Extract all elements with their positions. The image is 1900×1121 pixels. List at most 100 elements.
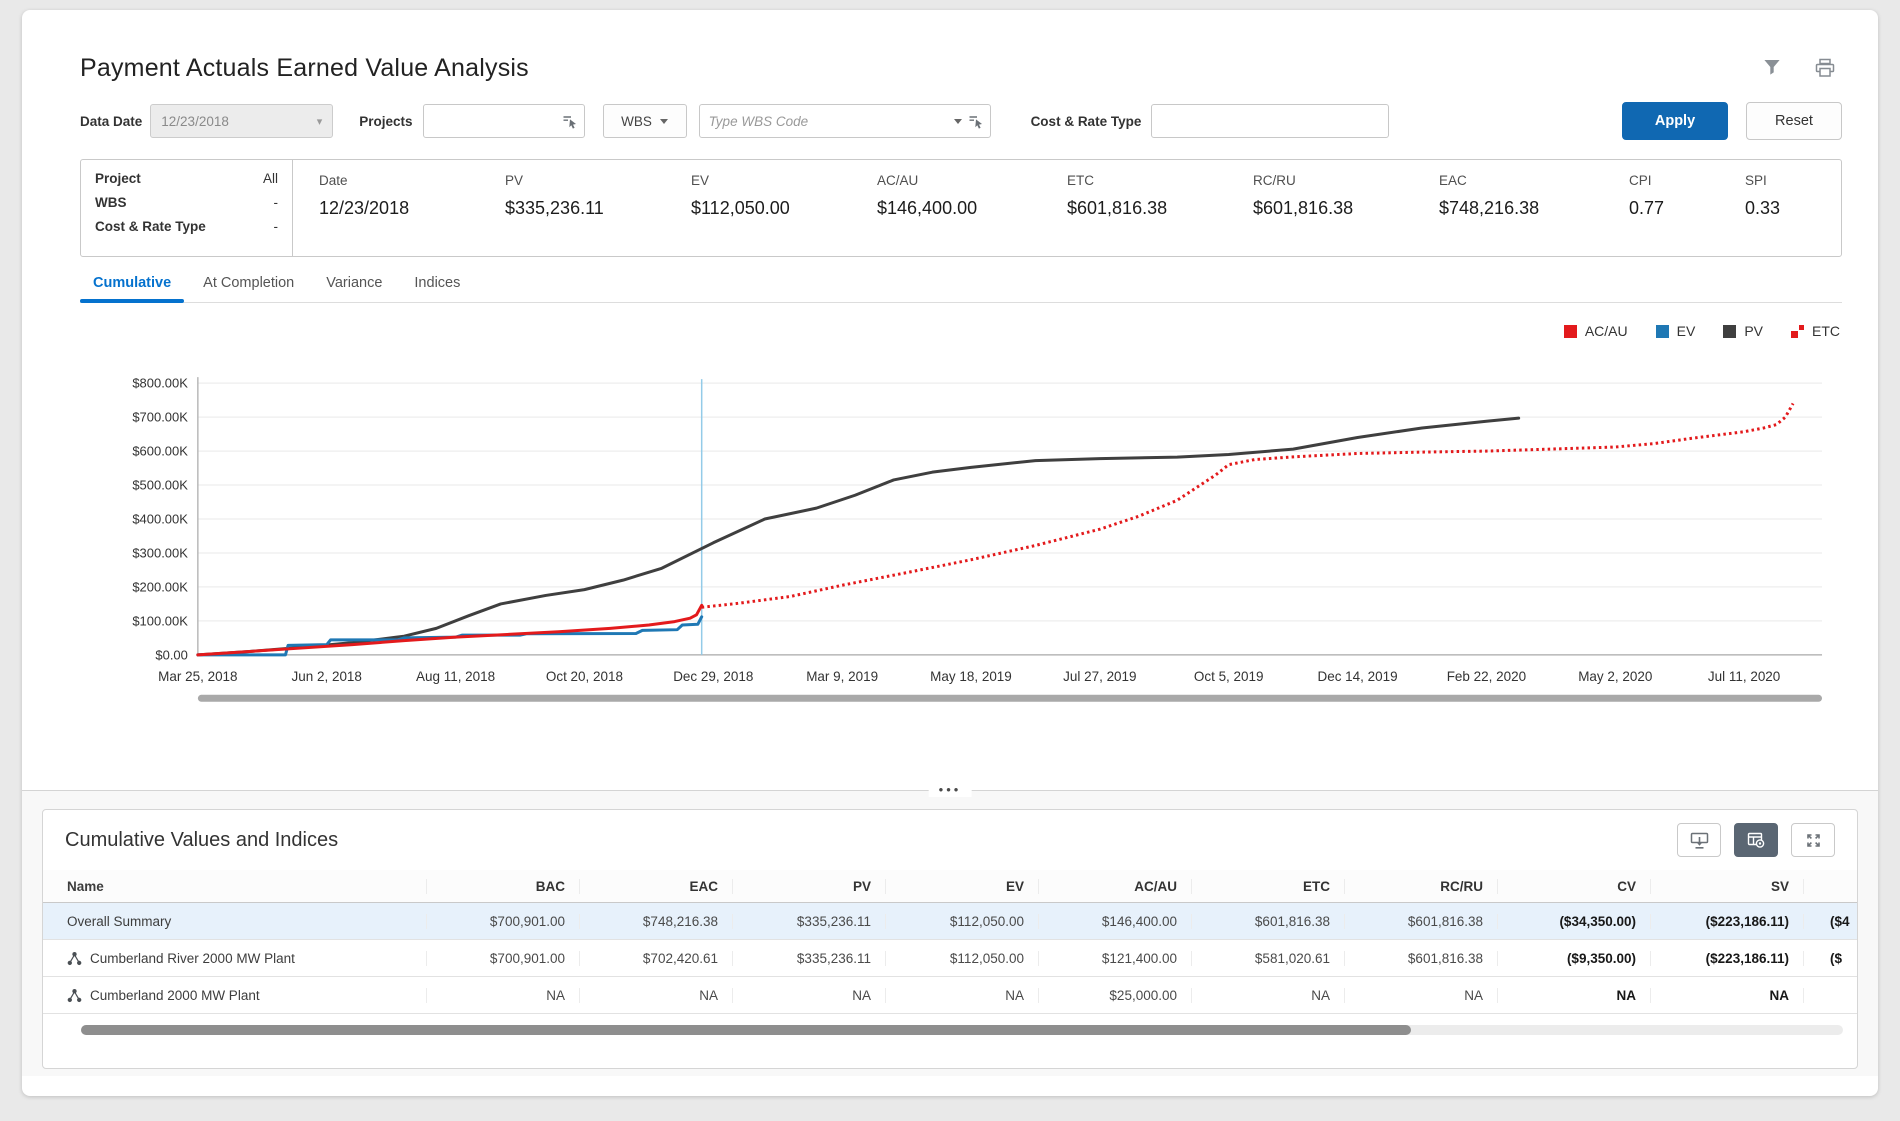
data-date-select[interactable]: 12/23/2018 ▾ (150, 104, 333, 138)
summary-cost-rate-value: - (274, 219, 279, 234)
column-header-bac[interactable]: BAC (427, 879, 580, 894)
chevron-down-icon (660, 119, 668, 124)
legend-marker-icon (1791, 325, 1804, 338)
tab-bar: Cumulative At Completion Variance Indice… (80, 275, 1842, 303)
summary-metric: EV$112,050.00 (691, 173, 877, 256)
table-cell: ($9,350.00) (1498, 951, 1651, 966)
metric-label: PV (505, 173, 691, 188)
series-acau (198, 605, 702, 655)
wbs-dropdown-button[interactable]: WBS (603, 104, 687, 138)
y-axis-tick-label: $0.00 (155, 647, 187, 662)
print-button[interactable] (1814, 58, 1836, 78)
x-axis-tick-label: Oct 5, 2019 (1194, 669, 1264, 684)
table-cell: $121,400.00 (1039, 951, 1192, 966)
x-axis-tick-label: Jul 11, 2020 (1708, 669, 1780, 684)
y-axis-tick-label: $200.00K (132, 579, 188, 594)
summary-metric: EAC$748,216.38 (1439, 173, 1629, 256)
x-axis-tick-label: Aug 11, 2018 (416, 669, 495, 684)
column-header-pv[interactable]: PV (733, 879, 886, 894)
table-cell: NA (580, 988, 733, 1003)
table-cell: NA (733, 988, 886, 1003)
table-cell: $601,816.38 (1345, 951, 1498, 966)
table-cell: $700,901.00 (427, 951, 580, 966)
bottom-section: Cumulative Values and Indices (22, 791, 1878, 1076)
horizontal-scrollbar-thumb[interactable] (81, 1025, 1411, 1035)
column-header-eac[interactable]: EAC (580, 879, 733, 894)
summary-metric: ETC$601,816.38 (1067, 173, 1253, 256)
legend-item-etc[interactable]: ETC (1791, 323, 1840, 339)
column-header-acau[interactable]: AC/AU (1039, 879, 1192, 894)
column-header-cv[interactable]: CV (1498, 879, 1651, 894)
table-header-row: NameBACEACPVEVAC/AUETCRC/RUCVSV (43, 870, 1857, 903)
legend-marker-icon (1656, 325, 1669, 338)
metric-label: RC/RU (1253, 173, 1439, 188)
printer-icon (1814, 58, 1836, 78)
legend-label: PV (1744, 323, 1763, 339)
data-date-value: 12/23/2018 (161, 114, 229, 129)
apply-button[interactable]: Apply (1622, 102, 1728, 140)
panel-splitter[interactable]: ••• (22, 790, 1878, 791)
column-header-name[interactable]: Name (43, 879, 427, 894)
legend-item-pv[interactable]: PV (1723, 323, 1763, 339)
row-name-cell: Cumberland 2000 MW Plant (43, 988, 427, 1003)
filter-funnel-icon (1762, 58, 1782, 78)
table-cell: $601,816.38 (1192, 914, 1345, 929)
table-cell: NA (1192, 988, 1345, 1003)
chevron-down-icon[interactable] (954, 119, 962, 124)
y-axis-tick-label: $800.00K (132, 376, 188, 391)
wbs-code-input[interactable] (699, 104, 991, 138)
legend-item-ev[interactable]: EV (1656, 323, 1696, 339)
column-header-ev[interactable]: EV (886, 879, 1039, 894)
summary-wbs-label: WBS (95, 195, 127, 210)
tab-variance[interactable]: Variance (313, 275, 395, 302)
projects-input[interactable] (423, 104, 585, 138)
maximize-button[interactable] (1791, 823, 1835, 857)
x-axis-tick-label: Jun 2, 2018 (292, 669, 362, 684)
filter-button[interactable] (1762, 58, 1782, 78)
summary-wbs-value: - (274, 195, 279, 210)
table-cell: ($34,350.00) (1498, 914, 1651, 929)
splitter-handle-icon[interactable]: ••• (929, 782, 972, 797)
ev-table: NameBACEACPVEVAC/AUETCRC/RUCVSVOverall S… (43, 870, 1857, 1014)
y-axis-tick-label: $600.00K (132, 444, 188, 459)
summary-metric: PV $335,236.11 (505, 173, 691, 256)
table-cell: ($4 (1804, 914, 1857, 929)
tab-cumulative[interactable]: Cumulative (80, 275, 184, 302)
row-name-label: Cumberland 2000 MW Plant (90, 988, 260, 1003)
data-date-label: Data Date (80, 114, 142, 129)
y-axis-tick-label: $700.00K (132, 410, 188, 425)
table-cell: $146,400.00 (1039, 914, 1192, 929)
column-header-sv[interactable]: SV (1651, 879, 1804, 894)
chevron-down-icon: ▾ (317, 115, 323, 128)
table-cell: NA (1345, 988, 1498, 1003)
summary-metric: SPI0.33 (1745, 173, 1833, 256)
ev-chart: $0.00$100.00K$200.00K$300.00K$400.00K$50… (80, 343, 1842, 720)
column-header-etc[interactable]: ETC (1192, 879, 1345, 894)
legend-item-acau[interactable]: AC/AU (1564, 323, 1628, 339)
metric-value: 12/23/2018 (319, 198, 505, 219)
chart-scrollbar-thumb[interactable] (198, 695, 1822, 702)
x-axis-tick-label: Feb 22, 2020 (1447, 669, 1526, 684)
table-row[interactable]: Cumberland 2000 MW PlantNANANANA$25,000.… (43, 977, 1857, 1014)
table-cell: $748,216.38 (580, 914, 733, 929)
detach-button[interactable] (1677, 823, 1721, 857)
table-row[interactable]: Overall Summary$700,901.00$748,216.38$33… (43, 903, 1857, 940)
column-header-rcru[interactable]: RC/RU (1345, 879, 1498, 894)
tab-indices[interactable]: Indices (401, 275, 473, 302)
picker-icon[interactable] (968, 114, 984, 129)
metric-value: $112,050.00 (691, 198, 877, 219)
table-options-button[interactable] (1734, 823, 1778, 857)
legend-label: ETC (1812, 323, 1840, 339)
tab-at-completion[interactable]: At Completion (190, 275, 307, 302)
table-cell: ($ (1804, 951, 1857, 966)
top-section: Payment Actuals Earned Value Analysis (22, 10, 1878, 720)
x-axis-tick-label: Oct 20, 2018 (546, 669, 623, 684)
picker-icon[interactable] (562, 114, 578, 129)
cost-rate-type-input[interactable] (1151, 104, 1389, 138)
reset-button[interactable]: Reset (1746, 102, 1842, 140)
table-cell: $601,816.38 (1345, 914, 1498, 929)
metric-value: $335,236.11 (505, 198, 691, 219)
table-card: Cumulative Values and Indices (42, 809, 1858, 1069)
table-row[interactable]: Cumberland River 2000 MW Plant$700,901.0… (43, 940, 1857, 977)
table-cell: ($223,186.11) (1651, 914, 1804, 929)
